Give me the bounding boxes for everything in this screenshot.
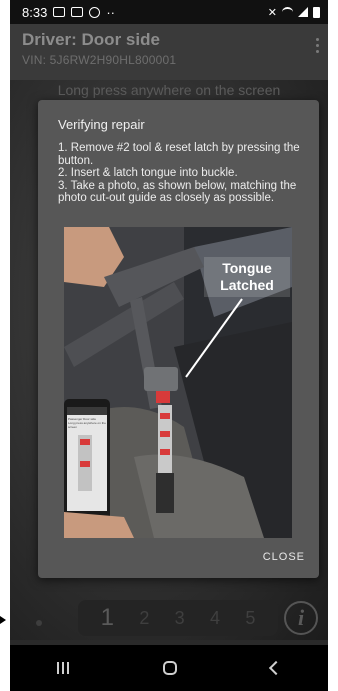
status-time: 8:33 bbox=[22, 4, 48, 20]
indicator-dot bbox=[36, 620, 42, 626]
home-icon[interactable] bbox=[163, 661, 177, 675]
signal-icon bbox=[298, 7, 308, 17]
info-button[interactable]: i bbox=[284, 601, 318, 635]
app-header: Driver: Door side VIN: 5J6RW2H90HL800001 bbox=[10, 24, 328, 80]
instruction-step-1: 1. Remove #2 tool & reset latch by press… bbox=[58, 142, 300, 167]
instruction-step-3: 3. Take a photo, as shown below, matchin… bbox=[58, 179, 297, 205]
timer-icon bbox=[89, 6, 101, 18]
long-press-hint: Long press anywhere on the screen bbox=[57, 82, 281, 98]
more-notifications-icon: ·· bbox=[106, 4, 115, 20]
close-button[interactable]: CLOSE bbox=[263, 551, 305, 563]
step-5[interactable]: 5 bbox=[245, 608, 255, 629]
dialog-instructions: 1. Remove #2 tool & reset latch by press… bbox=[58, 142, 306, 205]
system-nav-bar bbox=[10, 645, 328, 691]
status-bar: 8:33 ·· ✕ bbox=[10, 0, 328, 24]
play-store-icon bbox=[71, 7, 84, 17]
step-3[interactable]: 3 bbox=[175, 608, 185, 629]
mute-icon: ✕ bbox=[267, 6, 277, 19]
step-2[interactable]: 2 bbox=[139, 608, 149, 629]
page-title: Driver: Door side bbox=[22, 30, 160, 49]
vin-label: VIN: 5J6RW2H90HL800001 bbox=[22, 53, 177, 67]
dialog-title: Verifying repair bbox=[58, 117, 145, 132]
gallery-icon bbox=[53, 7, 66, 17]
wifi-icon bbox=[282, 7, 293, 17]
battery-icon bbox=[313, 6, 320, 18]
phone-screen: 8:33 ·· ✕ Driver: Door side VIN: 5J6RW2H… bbox=[10, 0, 328, 691]
verify-repair-dialog: Verifying repair 1. Remove #2 tool & res… bbox=[38, 100, 319, 578]
step-selector: 1 2 3 4 5 bbox=[78, 600, 278, 636]
instruction-step-2: 2. Insert & latch tongue into buckle. bbox=[58, 167, 238, 179]
step-1[interactable]: 1 bbox=[101, 604, 114, 632]
recents-icon[interactable] bbox=[57, 662, 69, 674]
step-4[interactable]: 4 bbox=[210, 608, 220, 629]
photo-label-tongue: Tongue bbox=[222, 260, 272, 276]
photo-label-latched: Latched bbox=[220, 277, 274, 293]
inset-phone-subtitle: Long press anywhere on the screen bbox=[68, 421, 106, 429]
pointer-arrow-icon bbox=[0, 616, 6, 624]
overflow-menu-icon[interactable] bbox=[316, 38, 320, 53]
back-icon[interactable] bbox=[268, 660, 284, 676]
example-photo: Tongue Latched Passenger Door side Long … bbox=[64, 227, 292, 538]
